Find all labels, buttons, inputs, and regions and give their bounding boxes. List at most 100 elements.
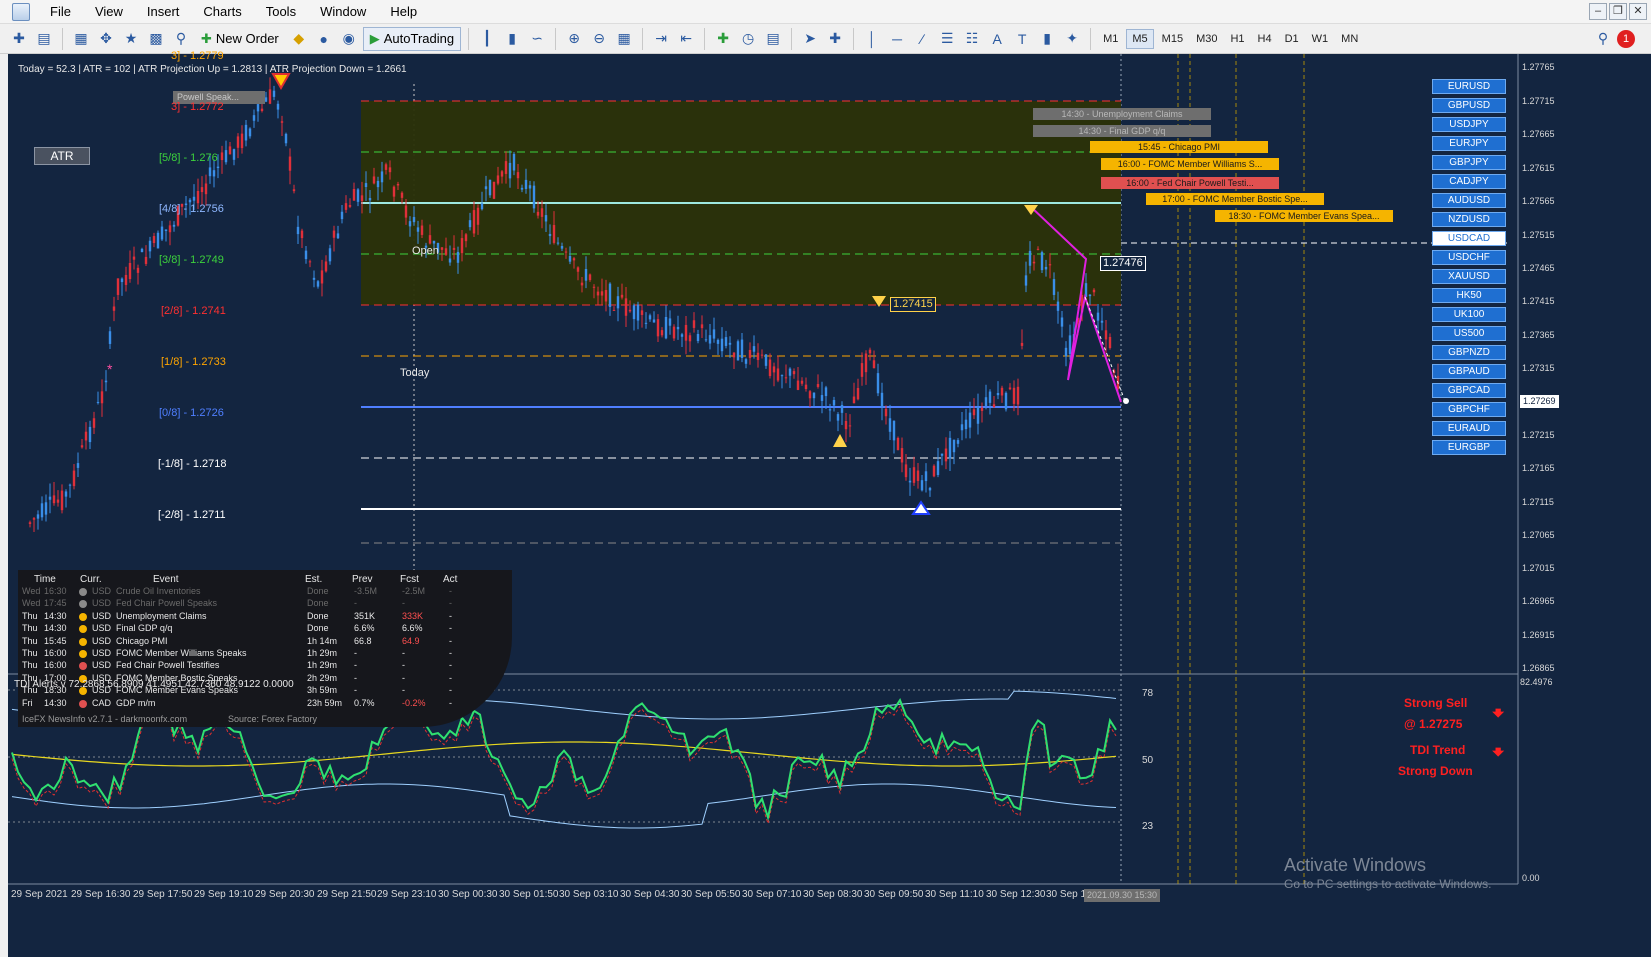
symbol-button-gbpchf[interactable]: GBPCHF <box>1432 402 1506 417</box>
trend-down-arrow-icon: 🠻 <box>1492 742 1505 764</box>
menu-insert[interactable]: Insert <box>135 0 192 24</box>
terminal-icon[interactable]: ▩ <box>145 28 167 50</box>
period-m5[interactable]: M5 <box>1126 28 1154 49</box>
strategy-tester-icon[interactable]: ⚲ <box>170 28 192 50</box>
market-icon[interactable]: ◉ <box>338 28 360 50</box>
candle-body <box>516 172 520 179</box>
close-icon[interactable]: ✕ <box>1629 3 1647 20</box>
market-watch-icon[interactable]: ▦ <box>70 28 92 50</box>
indicators-icon[interactable]: ✚ <box>712 28 734 50</box>
trendline-icon[interactable]: ∕ <box>911 28 933 50</box>
chart-window[interactable]: * Today = 52.3 | ATR = 102 | ATR Project… <box>8 50 1651 957</box>
chart-canvas[interactable]: * <box>8 54 1651 957</box>
navigator-icon[interactable]: ✥ <box>95 28 117 50</box>
tdi-lower-band <box>11 783 1117 829</box>
candle-body <box>384 164 388 170</box>
cursor-icon[interactable]: ➤ <box>799 28 821 50</box>
menu-window[interactable]: Window <box>308 0 378 24</box>
line-chart-icon[interactable]: ∽ <box>526 28 548 50</box>
menu-file[interactable]: File <box>38 0 83 24</box>
signals-icon[interactable]: ● <box>313 28 335 50</box>
tile-windows-icon[interactable]: ▦ <box>613 28 635 50</box>
autotrading-button[interactable]: ▶ AutoTrading <box>362 26 462 51</box>
metaeditor-icon[interactable]: ◆ <box>288 28 310 50</box>
symbol-button-gbpusd[interactable]: GBPUSD <box>1432 98 1506 113</box>
channel-icon[interactable]: ☰ <box>936 28 958 50</box>
candle-body <box>968 412 972 428</box>
symbol-button-hk50[interactable]: HK50 <box>1432 288 1506 303</box>
shapes-icon[interactable]: ✦ <box>1061 28 1083 50</box>
period-m1[interactable]: M1 <box>1098 30 1123 48</box>
impact-dot-icon <box>79 625 87 634</box>
atr-button[interactable]: ATR <box>34 147 90 165</box>
zoom-in-icon[interactable]: ⊕ <box>563 28 585 50</box>
period-w1[interactable]: W1 <box>1307 30 1334 48</box>
horizontal-line-icon[interactable]: ─ <box>886 28 908 50</box>
candle-body <box>72 470 76 487</box>
fibonacci-icon[interactable]: ☷ <box>961 28 983 50</box>
news-day: Wed <box>22 586 41 596</box>
menu-tools[interactable]: Tools <box>254 0 308 24</box>
vertical-line-icon[interactable]: │ <box>861 28 883 50</box>
symbol-button-eurusd[interactable]: EURUSD <box>1432 79 1506 94</box>
period-h1[interactable]: H1 <box>1225 30 1249 48</box>
symbol-button-gbpaud[interactable]: GBPAUD <box>1432 364 1506 379</box>
crosshair-icon[interactable]: ✚ <box>824 28 846 50</box>
candle-body <box>428 235 432 244</box>
time-tick-label: 30 Sep 09:50 <box>864 889 924 900</box>
candle-body <box>696 334 700 342</box>
text-icon[interactable]: A <box>986 28 1008 50</box>
symbol-button-nzdusd[interactable]: NZDUSD <box>1432 212 1506 227</box>
profiles-icon[interactable]: ▤ <box>33 28 55 50</box>
candle-body <box>832 400 836 406</box>
period-m15[interactable]: M15 <box>1157 30 1188 48</box>
candle-body <box>1040 252 1044 271</box>
candle-body <box>212 170 216 177</box>
search-icon[interactable]: ⚲ <box>1592 28 1614 50</box>
new-chart-icon[interactable]: ✚ <box>8 28 30 50</box>
symbol-button-gbpjpy[interactable]: GBPJPY <box>1432 155 1506 170</box>
atr-info-text: Today = 52.3 | ATR = 102 | ATR Projectio… <box>18 64 407 75</box>
symbol-button-cadjpy[interactable]: CADJPY <box>1432 174 1506 189</box>
symbol-button-us500[interactable]: US500 <box>1432 326 1506 341</box>
period-h4[interactable]: H4 <box>1253 30 1277 48</box>
menu-view[interactable]: View <box>83 0 135 24</box>
symbol-button-usdcad[interactable]: USDCAD <box>1432 231 1506 246</box>
symbol-button-usdjpy[interactable]: USDJPY <box>1432 117 1506 132</box>
period-d1[interactable]: D1 <box>1280 30 1304 48</box>
candle-body <box>80 445 84 448</box>
menu-help[interactable]: Help <box>378 0 429 24</box>
period-m30[interactable]: M30 <box>1191 30 1222 48</box>
symbol-button-usdchf[interactable]: USDCHF <box>1432 250 1506 265</box>
price-tick-label: 1.27365 <box>1522 330 1555 340</box>
arrows-icon[interactable]: ▮ <box>1036 28 1058 50</box>
restore-icon[interactable]: ❐ <box>1609 3 1627 20</box>
news-currency: USD <box>92 610 112 621</box>
templates-icon[interactable]: ▤ <box>762 28 784 50</box>
notifications-icon[interactable]: 1 <box>1617 29 1635 48</box>
periods-icon[interactable]: ◷ <box>737 28 759 50</box>
chart-shift-icon[interactable]: ⇤ <box>675 28 697 50</box>
autoscroll-icon[interactable]: ⇥ <box>650 28 672 50</box>
symbol-button-xauusd[interactable]: XAUUSD <box>1432 269 1506 284</box>
symbol-button-uk100[interactable]: UK100 <box>1432 307 1506 322</box>
symbol-button-audusd[interactable]: AUDUSD <box>1432 193 1506 208</box>
news-fcst: - <box>402 685 405 696</box>
favorites-icon[interactable]: ★ <box>120 28 142 50</box>
time-tick-label: 29 Sep 21:50 <box>317 889 377 900</box>
candlestick-icon[interactable]: ▮ <box>501 28 523 50</box>
symbol-button-euraud[interactable]: EURAUD <box>1432 421 1506 436</box>
bar-chart-icon[interactable]: ┃ <box>476 28 498 50</box>
minimize-icon[interactable]: – <box>1589 3 1607 20</box>
zoom-out-icon[interactable]: ⊖ <box>588 28 610 50</box>
candle-body <box>944 448 948 462</box>
symbol-button-gbpnzd[interactable]: GBPNZD <box>1432 345 1506 360</box>
period-mn[interactable]: MN <box>1336 30 1363 48</box>
symbol-button-eurjpy[interactable]: EURJPY <box>1432 136 1506 151</box>
symbol-button-eurgbp[interactable]: EURGBP <box>1432 440 1506 455</box>
text-label-icon[interactable]: T <box>1011 28 1033 50</box>
symbol-button-gbpcad[interactable]: GBPCAD <box>1432 383 1506 398</box>
news-est: 1h 29m <box>307 648 338 658</box>
menu-charts[interactable]: Charts <box>191 0 253 24</box>
new-order-button[interactable]: ✚ New Order <box>195 27 285 51</box>
